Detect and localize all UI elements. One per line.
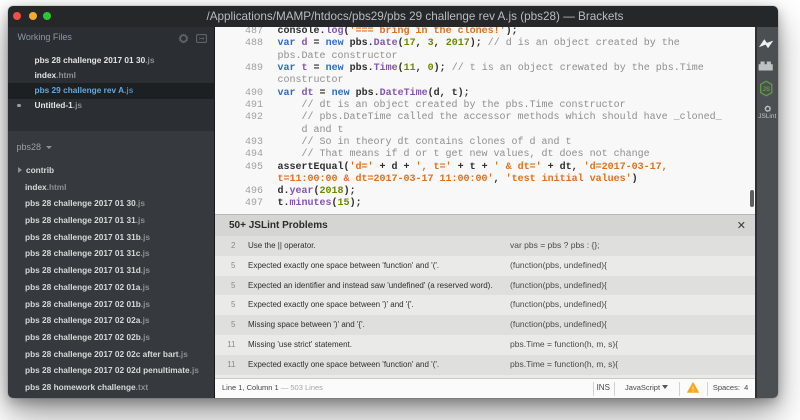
svg-text:JS: JS [762, 86, 770, 93]
